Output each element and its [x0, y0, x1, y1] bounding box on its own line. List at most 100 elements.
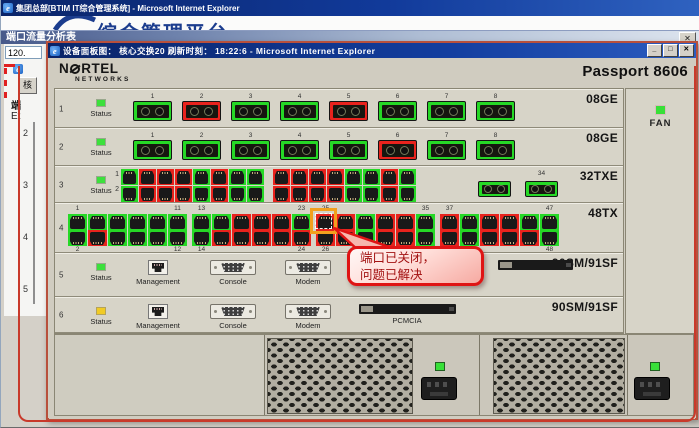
- pcmcia-slot-icon[interactable]: [498, 260, 573, 270]
- rj45-port[interactable]: [272, 230, 291, 246]
- rj45-port[interactable]: [309, 169, 326, 185]
- fiber-port[interactable]: [133, 140, 172, 160]
- rj45-port[interactable]: [291, 169, 308, 185]
- rj45-port[interactable]: [460, 230, 479, 246]
- rj45-port[interactable]: [247, 169, 264, 185]
- highlighted-port-box[interactable]: [310, 208, 337, 234]
- rj45-port[interactable]: [168, 214, 187, 230]
- rj45-port[interactable]: [211, 186, 228, 202]
- fiber-port[interactable]: [378, 101, 417, 121]
- minimize-button[interactable]: _: [647, 44, 662, 57]
- rj45-port[interactable]: [345, 186, 362, 202]
- rj45-port[interactable]: [211, 169, 228, 185]
- rj45-port[interactable]: [480, 214, 499, 230]
- rj45-port[interactable]: [128, 214, 147, 230]
- rj45-port[interactable]: [336, 230, 355, 246]
- rj45-port[interactable]: [68, 230, 87, 246]
- rj45-port[interactable]: [460, 214, 479, 230]
- rj45-port[interactable]: [175, 169, 192, 185]
- fiber-port[interactable]: [427, 101, 466, 121]
- rj45-port[interactable]: [148, 230, 167, 246]
- rj45-port[interactable]: [88, 214, 107, 230]
- rj45-port[interactable]: [252, 214, 271, 230]
- rj45-port[interactable]: [363, 186, 380, 202]
- rj45-port[interactable]: [291, 186, 308, 202]
- rj45-port[interactable]: [520, 230, 539, 246]
- serial-port-icon[interactable]: [285, 260, 331, 275]
- rj45-port[interactable]: [376, 230, 395, 246]
- rj45-port[interactable]: [292, 214, 311, 230]
- rj45-port[interactable]: [108, 214, 127, 230]
- rj45-port[interactable]: [88, 230, 107, 246]
- rj45-port[interactable]: [212, 230, 231, 246]
- fiber-port[interactable]: [280, 140, 319, 160]
- rj45-port[interactable]: [121, 186, 138, 202]
- sidebar-tab-et[interactable]: Et: [11, 111, 20, 122]
- rj45-port[interactable]: [327, 169, 344, 185]
- rj45-port[interactable]: [247, 186, 264, 202]
- rj45-port[interactable]: [500, 214, 519, 230]
- rj45-port[interactable]: [229, 186, 246, 202]
- management-port-icon[interactable]: [148, 304, 168, 319]
- rj45-port[interactable]: [273, 186, 290, 202]
- rj45-port[interactable]: [148, 214, 167, 230]
- rj45-port[interactable]: [139, 169, 156, 185]
- fiber-port[interactable]: [329, 140, 368, 160]
- rj45-port[interactable]: [399, 169, 416, 185]
- rj45-port[interactable]: [381, 169, 398, 185]
- fiber-port[interactable]: [476, 140, 515, 160]
- rj45-port[interactable]: [500, 230, 519, 246]
- rj45-port[interactable]: [520, 214, 539, 230]
- sidebar-field[interactable]: 120.: [5, 46, 42, 59]
- rj45-port[interactable]: [121, 169, 138, 185]
- fiber-port[interactable]: [525, 181, 558, 197]
- popup-titlebar[interactable]: e 设备面板图： 核心交换20 刷新时刻： 18:22:6 - Microsof…: [48, 43, 696, 58]
- rj45-port[interactable]: [356, 230, 375, 246]
- rj45-port[interactable]: [157, 169, 174, 185]
- rj45-port[interactable]: [440, 214, 459, 230]
- fiber-port[interactable]: [133, 101, 172, 121]
- rj45-port[interactable]: [396, 230, 415, 246]
- rj45-port[interactable]: [273, 169, 290, 185]
- serial-port-icon[interactable]: [210, 304, 256, 319]
- fiber-port[interactable]: [329, 101, 368, 121]
- maximize-button[interactable]: □: [663, 44, 678, 57]
- rj45-port[interactable]: [252, 230, 271, 246]
- rj45-port[interactable]: [440, 230, 459, 246]
- rj45-port[interactable]: [345, 169, 362, 185]
- rj45-port[interactable]: [336, 214, 355, 230]
- rj45-port[interactable]: [416, 230, 435, 246]
- rj45-port[interactable]: [399, 186, 416, 202]
- fiber-port[interactable]: [231, 140, 270, 160]
- fiber-port[interactable]: [478, 181, 511, 197]
- rj45-port[interactable]: [193, 169, 210, 185]
- rj45-port[interactable]: [480, 230, 499, 246]
- rj45-port[interactable]: [540, 230, 559, 246]
- fiber-port[interactable]: [182, 140, 221, 160]
- rj45-port[interactable]: [193, 186, 210, 202]
- rj45-port[interactable]: [175, 186, 192, 202]
- fiber-port[interactable]: [378, 140, 417, 160]
- fiber-port[interactable]: [427, 140, 466, 160]
- rj45-port[interactable]: [376, 214, 395, 230]
- close-button[interactable]: ✕: [679, 44, 694, 57]
- rj45-port[interactable]: [363, 169, 380, 185]
- rj45-port[interactable]: [192, 230, 211, 246]
- rj45-port[interactable]: [128, 230, 147, 246]
- rj45-port[interactable]: [168, 230, 187, 246]
- sidebar-tab-duan[interactable]: 端: [11, 97, 21, 112]
- serial-port-icon[interactable]: [285, 304, 331, 319]
- rj45-port[interactable]: [396, 214, 415, 230]
- rj45-port[interactable]: [327, 186, 344, 202]
- rj45-port[interactable]: [232, 214, 251, 230]
- outer-window-titlebar[interactable]: e 集团总部[BTIM IT综合管理系统] - Microsoft Intern…: [1, 0, 699, 16]
- fiber-port[interactable]: [476, 101, 515, 121]
- rj45-port[interactable]: [272, 214, 291, 230]
- rj45-port[interactable]: [68, 214, 87, 230]
- rj45-port[interactable]: [139, 186, 156, 202]
- fiber-port[interactable]: [280, 101, 319, 121]
- rj45-port[interactable]: [212, 214, 231, 230]
- rj45-port[interactable]: [356, 214, 375, 230]
- management-port-icon[interactable]: [148, 260, 168, 275]
- rj45-port[interactable]: [192, 214, 211, 230]
